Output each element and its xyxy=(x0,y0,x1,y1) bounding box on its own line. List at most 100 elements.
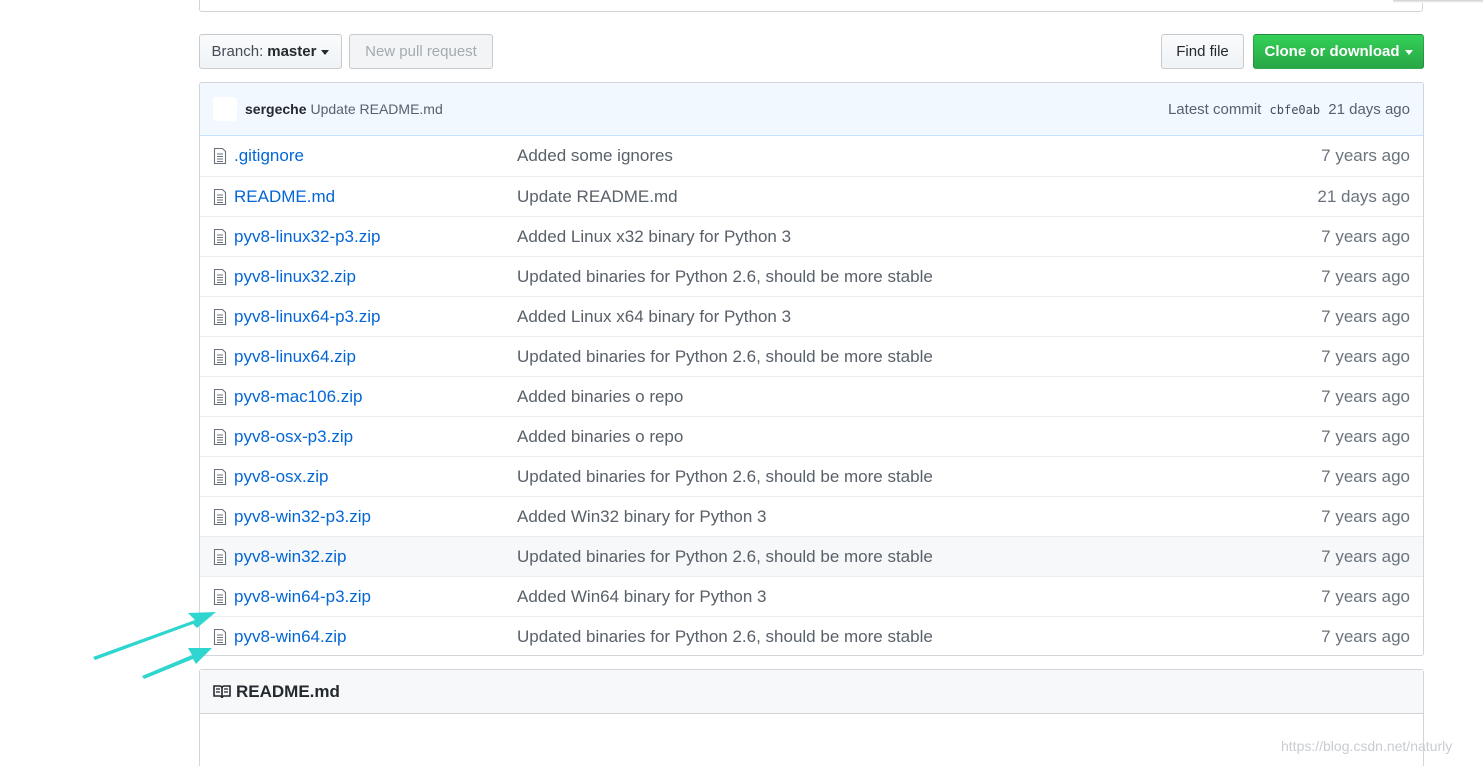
file-icon xyxy=(212,468,228,486)
file-name-cell: pyv8-win32-p3.zip xyxy=(200,507,504,527)
branch-label: Branch: xyxy=(211,43,264,60)
file-name-link[interactable]: pyv8-win64-p3.zip xyxy=(234,587,371,607)
file-icon xyxy=(212,388,228,406)
new-pull-request-button[interactable]: New pull request xyxy=(349,34,493,69)
caret-down-icon xyxy=(321,50,330,55)
readme-header: README.md xyxy=(200,670,1423,714)
file-commit-message[interactable]: Update README.md xyxy=(504,187,1317,207)
file-name-link[interactable]: pyv8-win32-p3.zip xyxy=(234,507,371,527)
file-commit-message[interactable]: Added some ignores xyxy=(504,146,1321,166)
file-name-link[interactable]: pyv8-osx.zip xyxy=(234,467,328,487)
commit-meta: Latest commit cbfe0ab 21 days ago xyxy=(1168,101,1410,118)
branch-select-button[interactable]: Branch: master xyxy=(199,34,342,69)
file-commit-message[interactable]: Updated binaries for Python 2.6, should … xyxy=(504,547,1321,567)
latest-commit-label: Latest commit xyxy=(1167,100,1262,118)
file-name-cell: pyv8-osx-p3.zip xyxy=(200,427,504,447)
file-icon xyxy=(212,548,228,566)
file-row[interactable]: pyv8-mac106.zip Added binaries o repo 7 ye… xyxy=(200,376,1423,416)
file-age: 7 years ago xyxy=(1321,426,1410,446)
file-name-link[interactable]: README.md xyxy=(234,187,335,207)
file-icon xyxy=(212,228,228,246)
file-row[interactable]: pyv8-osx.zip Updated binaries for Python … xyxy=(200,456,1423,496)
file-row[interactable]: README.md Update README.md 21 days ago xyxy=(200,176,1423,216)
file-commit-message[interactable]: Updated binaries for Python 2.6, should … xyxy=(504,267,1321,287)
file-row[interactable]: .gitignore Added some ignores 7 years ago xyxy=(200,136,1423,176)
caret-down-icon xyxy=(1404,50,1413,55)
clone-or-download-label: Clone or download xyxy=(1264,43,1400,60)
file-icon xyxy=(212,588,228,606)
file-commit-message[interactable]: Updated binaries for Python 2.6, should … xyxy=(504,467,1321,487)
file-name-link[interactable]: pyv8-win64.zip xyxy=(234,627,346,647)
file-commit-message[interactable]: Added binaries o repo xyxy=(504,427,1321,447)
readme-title[interactable]: README.md xyxy=(236,682,340,702)
file-commit-message[interactable]: Added binaries o repo xyxy=(504,387,1321,407)
file-row[interactable]: pyv8-osx-p3.zip Added binaries o repo 7 ye… xyxy=(200,416,1423,456)
file-age: 7 years ago xyxy=(1321,386,1410,406)
file-name-link[interactable]: pyv8-linux32.zip xyxy=(234,267,356,287)
file-icon xyxy=(212,147,228,165)
file-row[interactable]: pyv8-linux64-p3.zip Added Linux x64 binar… xyxy=(200,296,1423,336)
file-row[interactable]: pyv8-linux64.zip Updated binaries for Pyt… xyxy=(200,336,1423,376)
file-age: 7 years ago xyxy=(1321,226,1410,246)
file-name-cell: pyv8-linux32-p3.zip xyxy=(200,227,504,247)
file-age: 7 years ago xyxy=(1321,266,1410,286)
find-file-button[interactable]: Find file xyxy=(1161,34,1244,69)
file-name-cell: README.md xyxy=(200,187,504,207)
file-row[interactable]: pyv8-win64-p3.zip Added Win64 binary for … xyxy=(200,576,1423,616)
file-commit-message[interactable]: Added Linux x32 binary for Python 3 xyxy=(504,227,1321,247)
file-name-cell: pyv8-linux64.zip xyxy=(200,347,504,367)
avatar[interactable] xyxy=(213,97,237,121)
file-list: .gitignore Added some ignores 7 years ago R… xyxy=(200,136,1423,655)
file-name-link[interactable]: pyv8-linux64.zip xyxy=(234,347,356,367)
file-commit-message[interactable]: Added Win64 binary for Python 3 xyxy=(504,587,1321,607)
file-name-cell: pyv8-win64.zip xyxy=(200,627,504,647)
file-name-cell: pyv8-win32.zip xyxy=(200,547,504,567)
clone-or-download-button[interactable]: Clone or download xyxy=(1253,34,1424,69)
file-name-cell: pyv8-linux32.zip xyxy=(200,267,504,287)
file-row[interactable]: pyv8-linux32.zip Updated binaries for Pyt… xyxy=(200,256,1423,296)
file-commit-message[interactable]: Added Win32 binary for Python 3 xyxy=(504,507,1321,527)
file-icon xyxy=(212,628,228,646)
file-name-link[interactable]: pyv8-win32.zip xyxy=(234,547,346,567)
file-row[interactable]: pyv8-linux32-p3.zip Added Linux x32 binar… xyxy=(200,216,1423,256)
file-icon xyxy=(212,508,228,526)
file-row[interactable]: pyv8-win32.zip Updated binaries for Pytho… xyxy=(200,536,1423,576)
file-name-link[interactable]: .gitignore xyxy=(234,146,304,166)
commit-message[interactable]: Update README.md xyxy=(310,101,442,117)
file-age: 7 years ago xyxy=(1321,466,1410,486)
file-icon xyxy=(212,428,228,446)
previous-panel xyxy=(199,0,1423,12)
file-icon xyxy=(212,188,228,206)
branch-value: master xyxy=(267,43,317,60)
file-age: 21 days ago xyxy=(1317,186,1410,206)
book-icon xyxy=(212,684,232,700)
watermark: https://blog.csdn.net/naturly xyxy=(1281,738,1453,754)
file-row[interactable]: pyv8-win64.zip Updated binaries for Pytho… xyxy=(200,616,1423,655)
file-commit-message[interactable]: Updated binaries for Python 2.6, should … xyxy=(504,347,1321,367)
file-commit-message[interactable]: Added Linux x64 binary for Python 3 xyxy=(504,307,1321,327)
file-name-cell: pyv8-osx.zip xyxy=(200,467,504,487)
file-name-link[interactable]: pyv8-linux64-p3.zip xyxy=(234,307,380,327)
latest-commit-bar: sergeche Update README.md Latest commit … xyxy=(200,83,1423,136)
file-commit-message[interactable]: Updated binaries for Python 2.6, should … xyxy=(504,627,1321,647)
file-age: 7 years ago xyxy=(1321,626,1410,646)
file-name-cell: pyv8-linux64-p3.zip xyxy=(200,307,504,327)
file-age: 7 years ago xyxy=(1321,346,1410,366)
commit-author[interactable]: sergeche xyxy=(245,101,306,117)
file-row[interactable]: pyv8-win32-p3.zip Added Win32 binary for … xyxy=(200,496,1423,536)
commit-sha[interactable]: cbfe0ab xyxy=(1270,103,1321,117)
file-icon xyxy=(212,268,228,286)
file-name-cell: pyv8-win64-p3.zip xyxy=(200,587,504,607)
file-name-link[interactable]: pyv8-osx-p3.zip xyxy=(234,427,353,447)
file-age: 7 years ago xyxy=(1321,586,1410,606)
file-name-link[interactable]: pyv8-linux32-p3.zip xyxy=(234,227,380,247)
file-icon xyxy=(212,348,228,366)
file-name-link[interactable]: pyv8-mac106.zip xyxy=(234,387,363,407)
file-icon xyxy=(212,308,228,326)
file-name-cell: pyv8-mac106.zip xyxy=(200,387,504,407)
file-age: 7 years ago xyxy=(1321,546,1410,566)
corner-shadow xyxy=(1393,0,1483,3)
readme-panel: README.md xyxy=(199,669,1424,766)
file-age: 7 years ago xyxy=(1321,506,1410,526)
file-name-cell: .gitignore xyxy=(200,146,504,166)
